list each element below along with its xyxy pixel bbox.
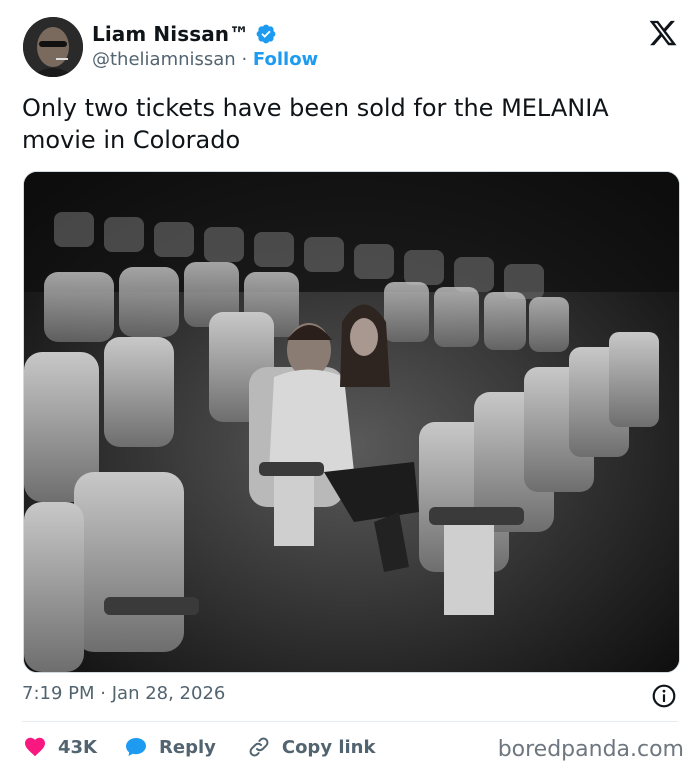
info-icon[interactable]	[651, 683, 677, 709]
copy-link-label: Copy link	[281, 736, 376, 758]
reply-bubble-icon	[123, 735, 149, 759]
tweet-text: Only two tickets have been sold for the …	[22, 94, 609, 154]
cinema-photo	[24, 172, 679, 672]
watermark-text: boredpanda.com	[497, 737, 684, 762]
reply-label: Reply	[159, 736, 216, 758]
like-button[interactable]: 43K	[22, 735, 97, 759]
divider	[22, 721, 678, 722]
reply-button[interactable]: Reply	[123, 735, 216, 759]
action-bar: 43K Reply Copy link	[22, 735, 375, 759]
avatar-image	[23, 17, 83, 77]
verified-badge-icon	[255, 23, 277, 45]
tweet-date: Jan 28, 2026	[111, 683, 226, 704]
like-count: 43K	[58, 736, 97, 758]
author-name-row: Liam Nissan™	[92, 22, 277, 46]
link-icon	[246, 735, 272, 759]
avatar[interactable]	[23, 17, 83, 77]
handle-separator: ·	[241, 49, 248, 70]
tweet-time: 7:19 PM	[22, 683, 95, 704]
tweet-media-image[interactable]	[23, 171, 680, 673]
copy-link-button[interactable]: Copy link	[246, 735, 376, 759]
x-logo-icon[interactable]	[648, 18, 678, 48]
author-handle[interactable]: @theliamnissan	[92, 49, 236, 70]
author-handle-row: @theliamnissan · Follow	[92, 49, 318, 70]
follow-link[interactable]: Follow	[253, 49, 318, 70]
tweet-timestamp[interactable]: 7:19 PM · Jan 28, 2026	[22, 683, 225, 704]
heart-icon	[22, 735, 48, 759]
timestamp-separator: ·	[100, 683, 106, 704]
author-display-name[interactable]: Liam Nissan™	[92, 22, 249, 46]
